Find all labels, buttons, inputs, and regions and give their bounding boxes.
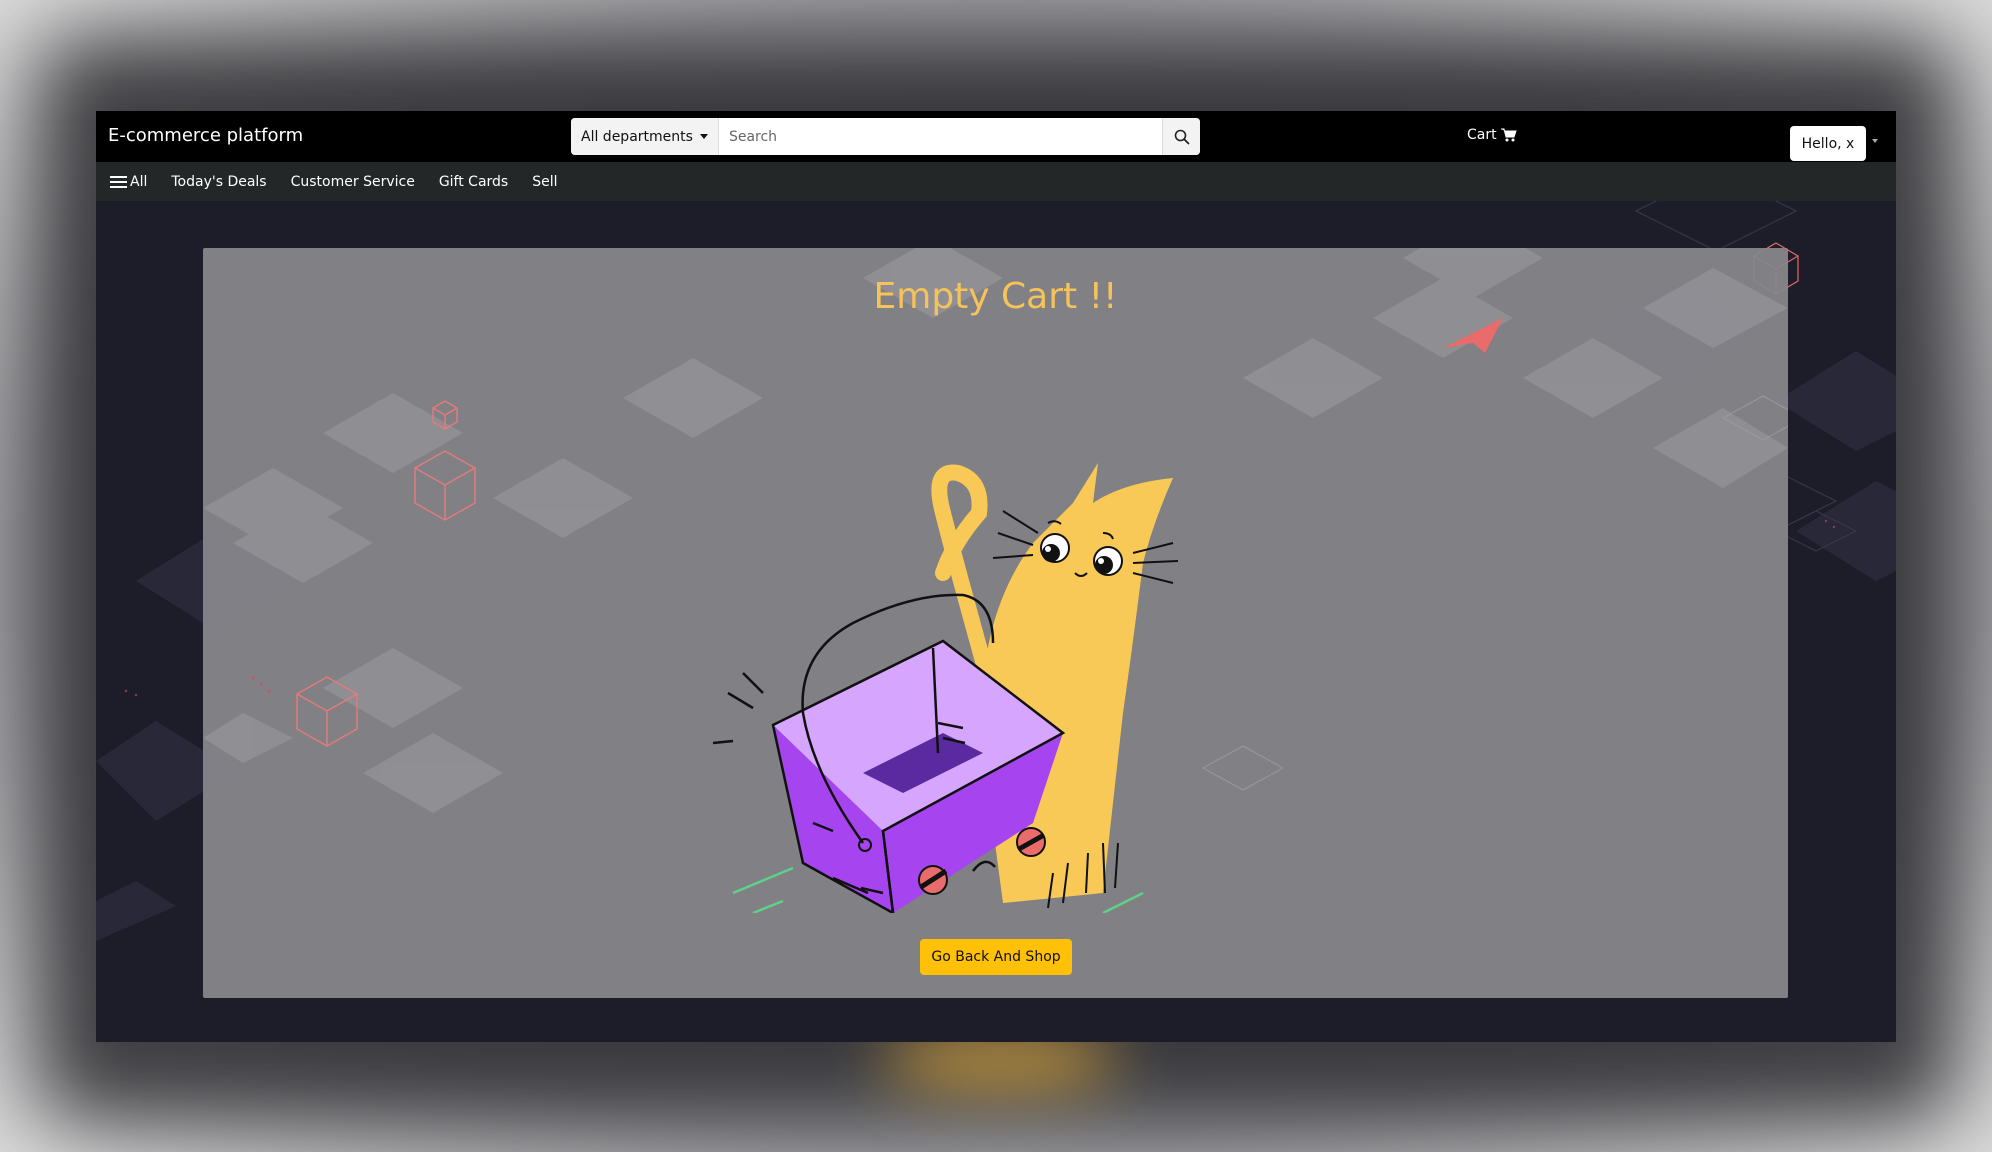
nav-item-all[interactable]: All [110, 174, 147, 190]
cart-label: Cart [1467, 127, 1497, 143]
department-dropdown[interactable]: All departments [571, 118, 719, 155]
account-button[interactable]: Hello, x [1790, 126, 1866, 161]
nav-item-sell[interactable]: Sell [532, 174, 557, 190]
nav-bar: All Today's Deals Customer Service Gift … [96, 162, 1896, 201]
page-title: Empty Cart !! [873, 276, 1118, 317]
search-button[interactable] [1162, 118, 1200, 155]
hamburger-icon [110, 175, 127, 188]
search-icon [1174, 129, 1189, 144]
department-label: All departments [581, 128, 693, 145]
nav-item-label: All [130, 173, 148, 190]
empty-cart-panel: Empty Cart !! Go Back And Shop [203, 248, 1788, 998]
cart-icon [1500, 128, 1517, 142]
empty-basket-cat-illustration [712, 463, 1179, 913]
main-content: Empty Cart !! Go Back And Shop [96, 201, 1896, 1042]
nav-item-customer-service[interactable]: Customer Service [291, 174, 415, 190]
caret-down-icon[interactable] [1872, 139, 1878, 143]
caret-down-icon [699, 134, 708, 139]
nav-item-todays-deals[interactable]: Today's Deals [171, 174, 266, 190]
brand-logo[interactable]: E-commerce platform [108, 125, 303, 146]
go-back-and-shop-button[interactable]: Go Back And Shop [920, 939, 1072, 975]
search-bar: All departments [571, 118, 1200, 155]
browser-window: E-commerce platform All departments Cart [96, 111, 1896, 1042]
cart-link[interactable]: Cart [1467, 127, 1517, 143]
nav-item-gift-cards[interactable]: Gift Cards [439, 174, 508, 190]
search-input[interactable] [718, 118, 1162, 155]
top-header: E-commerce platform All departments Cart [96, 111, 1896, 162]
